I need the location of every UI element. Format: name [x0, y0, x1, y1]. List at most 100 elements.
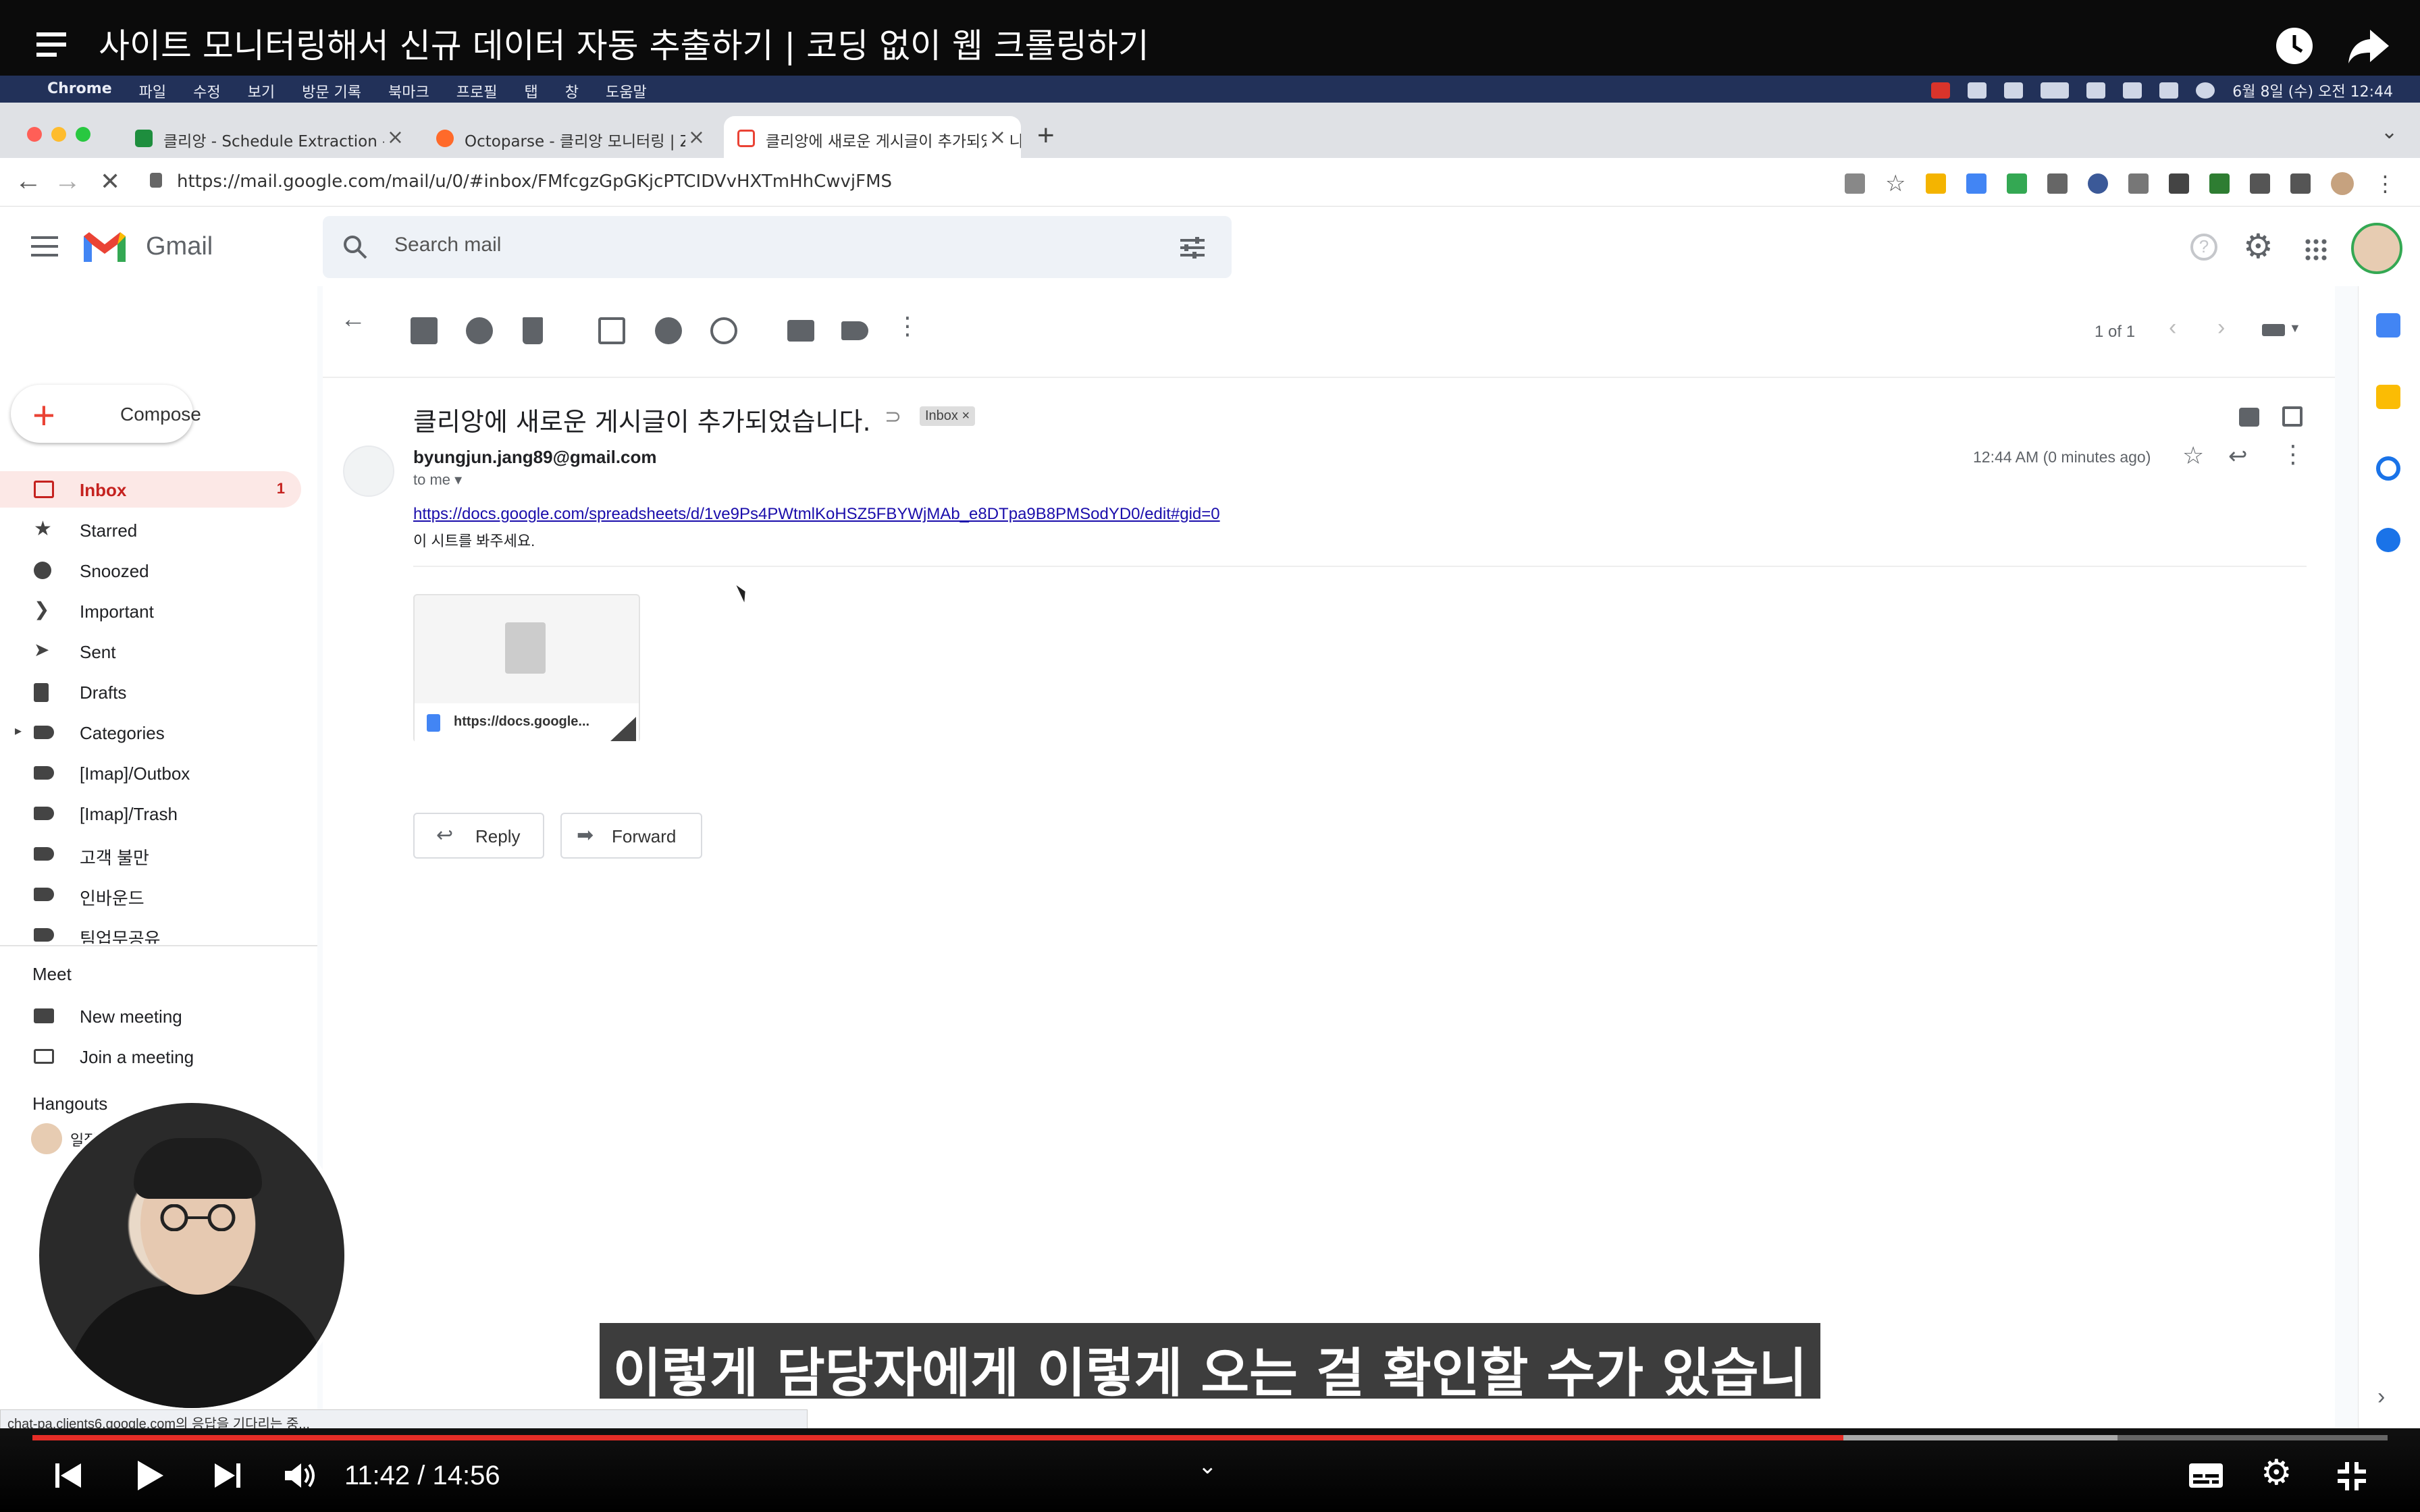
menu-tab[interactable]: 탭	[525, 80, 538, 102]
tab-search-icon[interactable]: ⌄	[2381, 120, 2398, 144]
wifi-icon[interactable]	[2086, 82, 2106, 99]
exit-fullscreen-icon[interactable]	[2336, 1461, 2367, 1492]
delete-icon[interactable]	[523, 317, 543, 344]
lock-icon[interactable]	[150, 173, 162, 188]
join-meeting-button[interactable]: Join a meeting	[0, 1038, 301, 1075]
side-panel-icon[interactable]	[2290, 173, 2311, 194]
open-new-window-icon[interactable]	[2282, 406, 2303, 427]
extension-icon[interactable]	[1926, 173, 1947, 194]
sidebar-item-starred[interactable]: ★ Starred	[0, 512, 301, 548]
more-actions-icon[interactable]: ⋮	[895, 312, 920, 340]
search-options-icon[interactable]	[1179, 236, 1206, 259]
share-icon[interactable]	[2347, 28, 2390, 65]
tasks-icon[interactable]	[2376, 456, 2400, 481]
forward-icon[interactable]: →	[54, 166, 81, 196]
show-details-icon[interactable]: ▾	[454, 471, 462, 488]
chapter-chevron-icon[interactable]: ⌄	[1198, 1453, 1217, 1480]
close-tab-icon[interactable]: ×	[986, 126, 1009, 149]
puzzle-icon[interactable]	[2250, 173, 2271, 194]
status-icon[interactable]	[1931, 82, 1951, 99]
close-window-icon[interactable]	[27, 127, 42, 142]
input-tools-icon[interactable]	[2262, 324, 2285, 336]
message-more-icon[interactable]: ⋮	[2281, 440, 2305, 468]
menu-edit[interactable]: 수정	[193, 80, 220, 102]
close-tab-icon[interactable]: ×	[384, 126, 406, 149]
video-title[interactable]: 사이트 모니터링해서 신규 데이터 자동 추출하기 | 코딩 없이 웹 크롤링하…	[99, 19, 1149, 68]
add-task-icon[interactable]	[710, 317, 737, 344]
settings-gear-icon[interactable]: ⚙	[2243, 227, 2273, 266]
reply-icon[interactable]: ↩	[2228, 443, 2248, 470]
newer-icon[interactable]: ‹	[2169, 315, 2176, 341]
archive-icon[interactable]	[411, 317, 438, 344]
sender-avatar[interactable]	[343, 446, 394, 497]
extension-icon[interactable]	[2007, 173, 2028, 194]
recipient-line[interactable]: to me ▾	[413, 471, 462, 489]
subtitles-icon[interactable]	[2188, 1462, 2224, 1489]
calendar-icon[interactable]	[2376, 313, 2400, 338]
menu-file[interactable]: 파일	[139, 80, 166, 102]
sidebar-item-customer-complaints[interactable]: 고객 불만	[0, 836, 301, 872]
playlist-icon[interactable]	[36, 32, 72, 63]
menu-profiles[interactable]: 프로필	[456, 80, 498, 102]
expand-arrow-icon[interactable]: ▸	[15, 722, 22, 739]
sidebar-item-inbound[interactable]: 인바운드	[0, 876, 301, 913]
status-icon[interactable]	[1968, 82, 1987, 99]
sidebar-item-categories[interactable]: ▸ Categories	[0, 714, 301, 751]
extension-icon[interactable]	[2209, 173, 2230, 194]
search-icon[interactable]	[343, 235, 367, 259]
progress-played[interactable]	[32, 1435, 1870, 1440]
search-input[interactable]: Search mail	[394, 234, 501, 256]
input-source-icon[interactable]	[2004, 82, 2024, 99]
back-to-inbox-icon[interactable]: ←	[340, 305, 366, 334]
sidebar-item-imap-outbox[interactable]: [Imap]/Outbox	[0, 755, 301, 791]
compose-button[interactable]: + Compose	[11, 385, 201, 443]
labels-icon[interactable]	[841, 321, 868, 340]
zoom-window-icon[interactable]	[76, 127, 90, 142]
main-menu-icon[interactable]	[31, 236, 58, 256]
print-icon[interactable]	[2239, 408, 2259, 427]
browser-tab-active[interactable]: 클리앙에 새로운 게시글이 추가되었습니다 ×	[724, 116, 1021, 158]
menu-app-name[interactable]: Chrome	[47, 80, 112, 102]
keep-icon[interactable]	[2376, 385, 2400, 409]
extension-icon[interactable]	[2088, 173, 2109, 194]
menu-help[interactable]: 도움말	[606, 80, 647, 102]
sidebar-item-imap-trash[interactable]: [Imap]/Trash	[0, 795, 301, 832]
menu-bookmarks[interactable]: 북마크	[388, 80, 429, 102]
account-avatar[interactable]	[2351, 223, 2402, 274]
new-tab-icon[interactable]: +	[1037, 119, 1055, 153]
back-icon[interactable]: ←	[15, 166, 42, 196]
previous-video-icon[interactable]	[54, 1462, 84, 1489]
share-page-icon[interactable]	[1845, 173, 1865, 194]
apps-grid-icon[interactable]	[2304, 238, 2328, 262]
forward-button[interactable]: ➡ Forward	[560, 813, 702, 859]
menu-history[interactable]: 방문 기록	[302, 80, 361, 102]
search-icon[interactable]	[2123, 82, 2142, 99]
snooze-icon[interactable]	[655, 317, 682, 344]
dropdown-icon[interactable]: ▼	[2289, 321, 2301, 335]
settings-icon[interactable]: ⚙	[2261, 1453, 2292, 1493]
drive-icon[interactable]	[2128, 173, 2149, 194]
close-tab-icon[interactable]: ×	[685, 126, 708, 149]
eyedropper-icon[interactable]	[2047, 173, 2068, 194]
contacts-icon[interactable]	[2376, 528, 2400, 552]
translate-icon[interactable]	[1966, 173, 1987, 194]
sidebar-item-drafts[interactable]: Drafts	[0, 674, 301, 710]
stop-loading-icon[interactable]: ✕	[100, 167, 120, 196]
remove-label-icon[interactable]: ×	[962, 408, 970, 423]
minimize-window-icon[interactable]	[51, 127, 66, 142]
inbox-label-chip[interactable]: Inbox ×	[920, 406, 976, 426]
menu-view[interactable]: 보기	[248, 80, 275, 102]
browser-tab[interactable]: 클리앙 - Schedule Extraction - G ×	[122, 116, 419, 158]
move-to-icon[interactable]	[787, 320, 814, 342]
report-spam-icon[interactable]	[466, 317, 493, 344]
sender-email[interactable]: byungjun.jang89@gmail.com	[413, 447, 657, 468]
bookmark-star-icon[interactable]: ☆	[1885, 170, 1905, 197]
gmail-brand[interactable]: Gmail	[146, 232, 213, 261]
next-video-icon[interactable]	[212, 1462, 242, 1489]
sidebar-item-sent[interactable]: ➤ Sent	[0, 633, 301, 670]
attachment-card[interactable]: https://docs.google...	[413, 594, 640, 742]
help-icon[interactable]: ?	[2190, 234, 2217, 261]
hangouts-avatar[interactable]	[31, 1123, 62, 1154]
profile-avatar[interactable]	[2331, 172, 2355, 195]
menu-window[interactable]: 창	[565, 80, 579, 102]
